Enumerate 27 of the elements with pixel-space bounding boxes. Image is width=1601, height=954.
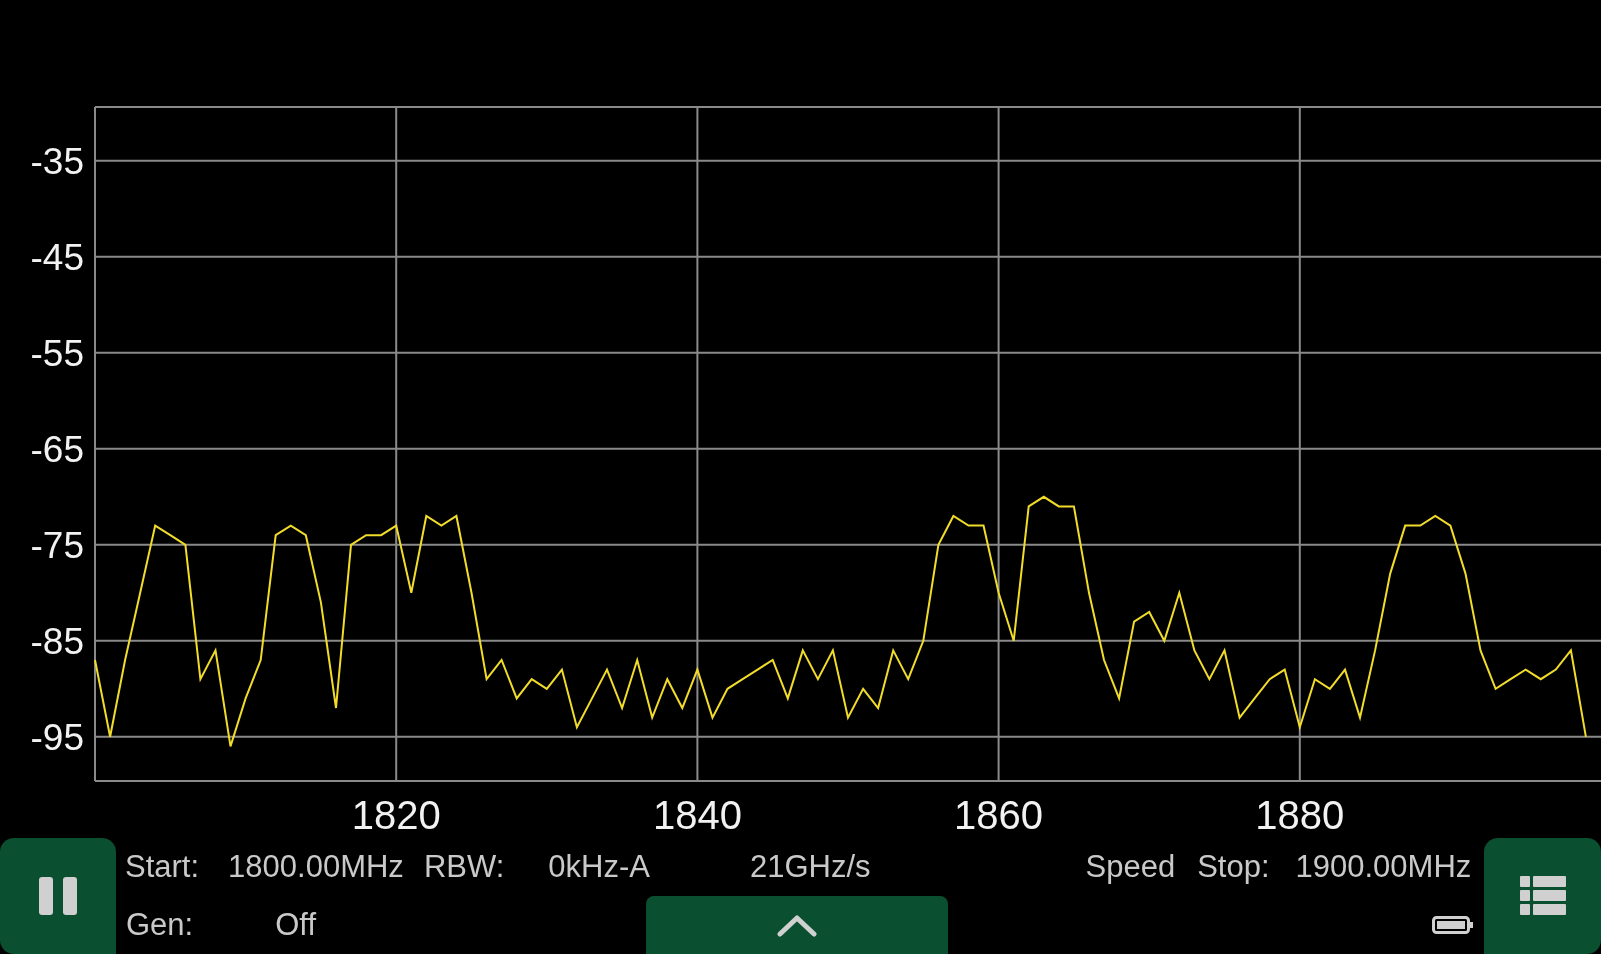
- stop-value: 1900.00MHz: [1295, 849, 1472, 885]
- battery-icon: [1432, 915, 1474, 935]
- axis-label: 1860: [954, 793, 1044, 837]
- axis-label: 1820: [351, 793, 441, 837]
- axis-label: 1880: [1255, 793, 1345, 837]
- axis-label: -45: [30, 236, 84, 278]
- axis-label: -85: [30, 620, 84, 662]
- pause-button[interactable]: [0, 838, 116, 954]
- axis-label: -55: [30, 332, 84, 374]
- start-label: Start:: [125, 849, 200, 885]
- caret-up-icon: [777, 913, 817, 937]
- menu-button[interactable]: [1484, 838, 1601, 954]
- sweep-rate: 21GHz/s: [749, 849, 871, 885]
- gen-value: Off: [275, 907, 316, 943]
- start-value: 1800.00MHz: [228, 849, 404, 885]
- gen-label: Gen:: [126, 907, 194, 943]
- stop-label: Stop:: [1197, 849, 1270, 885]
- list-icon: [1519, 876, 1566, 916]
- pause-icon: [39, 877, 77, 915]
- axis-label: 1840: [652, 793, 742, 837]
- axis-label: -95: [30, 716, 84, 758]
- axis-label: -35: [30, 140, 84, 182]
- axis-label: -65: [30, 428, 84, 470]
- speed-label: Speed: [1085, 849, 1176, 885]
- rbw-label: RBW:: [423, 849, 505, 885]
- axis-label: -75: [30, 524, 84, 566]
- rbw-value: 0kHz-A: [548, 849, 650, 885]
